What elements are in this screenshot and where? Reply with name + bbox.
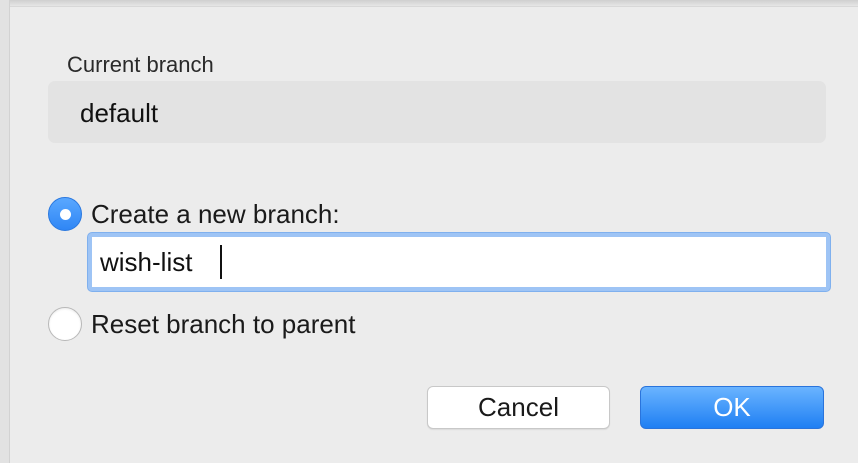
text-caret [220,245,222,279]
reset-branch-label: Reset branch to parent [91,309,356,339]
create-new-branch-radio[interactable] [48,197,82,231]
reset-branch-option[interactable]: Reset branch to parent [48,306,356,342]
cancel-button[interactable]: Cancel [427,386,610,429]
current-branch-box: default [48,81,826,143]
current-branch-label: Current branch [67,52,214,77]
window-left-edge [0,0,10,463]
create-new-branch-option[interactable]: Create a new branch: [48,196,340,232]
new-branch-name-input[interactable] [100,245,800,279]
branch-dialog: Current branch default Create a new bran… [0,0,858,463]
reset-branch-radio[interactable] [48,307,82,341]
new-branch-name-field[interactable] [88,233,830,291]
ok-button[interactable]: OK [640,386,824,429]
create-new-branch-label: Create a new branch: [91,199,340,229]
current-branch-value: default [80,98,159,128]
window-top-edge [0,0,858,7]
